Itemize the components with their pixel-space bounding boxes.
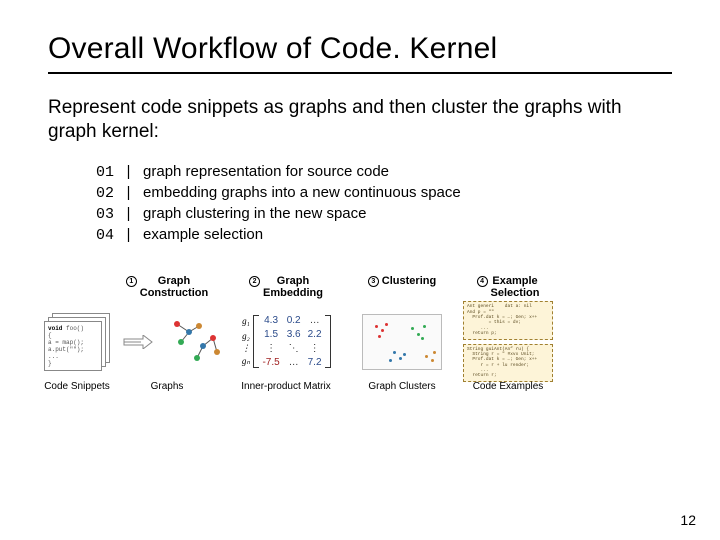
matrix-cell: -7.5 — [262, 357, 279, 368]
scatter-plot — [362, 314, 442, 370]
slide-title: Overall Workflow of Code. Kernel — [48, 32, 672, 74]
arrow-stage-2: 2 Graph Embedding g₁ g₂ ⋮ gₙ 4.3 0.2 … 1… — [226, 275, 346, 392]
code-text: ... — [48, 353, 59, 360]
stage-heading: 1 Graph Construction — [126, 275, 208, 307]
g-label: gₙ — [241, 356, 250, 367]
stage-label: Code Examples — [473, 381, 544, 392]
vdots-icon: ⋮ — [241, 346, 250, 351]
example-card: String guiAnt(An” ru) { String r = " #xv… — [463, 344, 553, 382]
step-separator: | — [114, 226, 143, 246]
graph-icon — [167, 316, 225, 368]
stage-heading-text: Graph Embedding — [263, 275, 323, 299]
step-text: graph representation for source code — [143, 162, 389, 182]
step-number: 04 — [88, 226, 114, 246]
step-text: embedding graphs into a new continuous s… — [143, 183, 461, 203]
dots-icon: ⋱ — [287, 343, 301, 354]
matrix-cell: 4.3 — [262, 315, 279, 326]
matrix-cell: 7.2 — [308, 357, 322, 368]
arrow-stage-1: 1 Graph Construction Graphs — [122, 275, 212, 392]
step-separator: | — [114, 205, 143, 225]
step-row: 04 | example selection — [88, 225, 672, 246]
step-list: 01 | graph representation for source cod… — [88, 162, 672, 247]
example-cards: Ant generi dat a: nil And p = "" Prof.da… — [463, 301, 553, 382]
g-label: g₂ — [241, 331, 250, 341]
dots-icon: ⋮ — [262, 343, 279, 354]
dots-icon: … — [287, 357, 301, 368]
slide-subtitle: Represent code snippets as graphs and th… — [48, 96, 672, 144]
step-number: 01 — [88, 163, 114, 183]
stage-heading-text: Clustering — [382, 275, 436, 287]
matrix-cell: 0.2 — [287, 315, 301, 326]
g-label: g₁ — [241, 316, 250, 326]
step-row: 03 | graph clustering in the new space — [88, 204, 672, 225]
stage-label: Graph Clusters — [368, 381, 435, 392]
stage-heading: 3 Clustering — [368, 275, 436, 307]
step-row: 02 | embedding graphs into a new continu… — [88, 183, 672, 204]
code-card-stack: void foo() { a = map(); a.put(""); ... } — [44, 313, 110, 371]
code-text: a.put(""); — [48, 346, 84, 353]
stage-heading: 2 Graph Embedding — [249, 275, 323, 307]
matrix-cell: 1.5 — [262, 329, 279, 340]
stage-heading-text: Example Selection — [491, 275, 540, 299]
stage-label: Graphs — [151, 381, 184, 392]
stage-label: Code Snippets — [44, 381, 110, 392]
dots-icon: … — [308, 315, 322, 326]
example-card: Ant generi dat a: nil And p = "" Prof.da… — [463, 301, 553, 339]
stage-code-snippets: void foo() { a = map(); a.put(""); ... }… — [38, 275, 116, 392]
step-number: 03 — [88, 205, 114, 225]
stage-heading-text: Graph Construction — [140, 275, 208, 299]
matrix-cell: 3.6 — [287, 329, 301, 340]
arrow-stage-3: 3 Clustering Graph Cluster — [352, 275, 452, 392]
workflow-diagram: void foo() { a = map(); a.put(""); ... }… — [38, 275, 672, 392]
step-separator: | — [114, 184, 143, 204]
step-text: example selection — [143, 225, 263, 245]
code-text: a = map(); — [48, 339, 84, 346]
inner-product-matrix: g₁ g₂ ⋮ gₙ 4.3 0.2 … 1.5 3.6 2.2 ⋮ ⋱ ⋮ -… — [241, 315, 330, 368]
arrow-stage-4: 4 Example Selection Ant generi dat a: ni… — [458, 275, 558, 392]
step-text: graph clustering in the new space — [143, 204, 366, 224]
stage-label: Inner-product Matrix — [241, 381, 330, 392]
stage-number-icon: 3 — [368, 276, 379, 287]
page-number: 12 — [680, 512, 696, 528]
code-text: foo() — [62, 325, 84, 332]
stage-number-icon: 2 — [249, 276, 260, 287]
matrix-cell: 2.2 — [308, 329, 322, 340]
code-keyword: void — [48, 325, 62, 332]
code-text: { — [48, 332, 52, 339]
stage-number-icon: 1 — [126, 276, 137, 287]
step-number: 02 — [88, 184, 114, 204]
code-text: } — [48, 360, 52, 367]
stage-number-icon: 4 — [477, 276, 488, 287]
step-row: 01 | graph representation for source cod… — [88, 162, 672, 183]
dots-icon: ⋮ — [308, 343, 322, 354]
graphs-illustration — [138, 316, 196, 368]
step-separator: | — [114, 163, 143, 183]
